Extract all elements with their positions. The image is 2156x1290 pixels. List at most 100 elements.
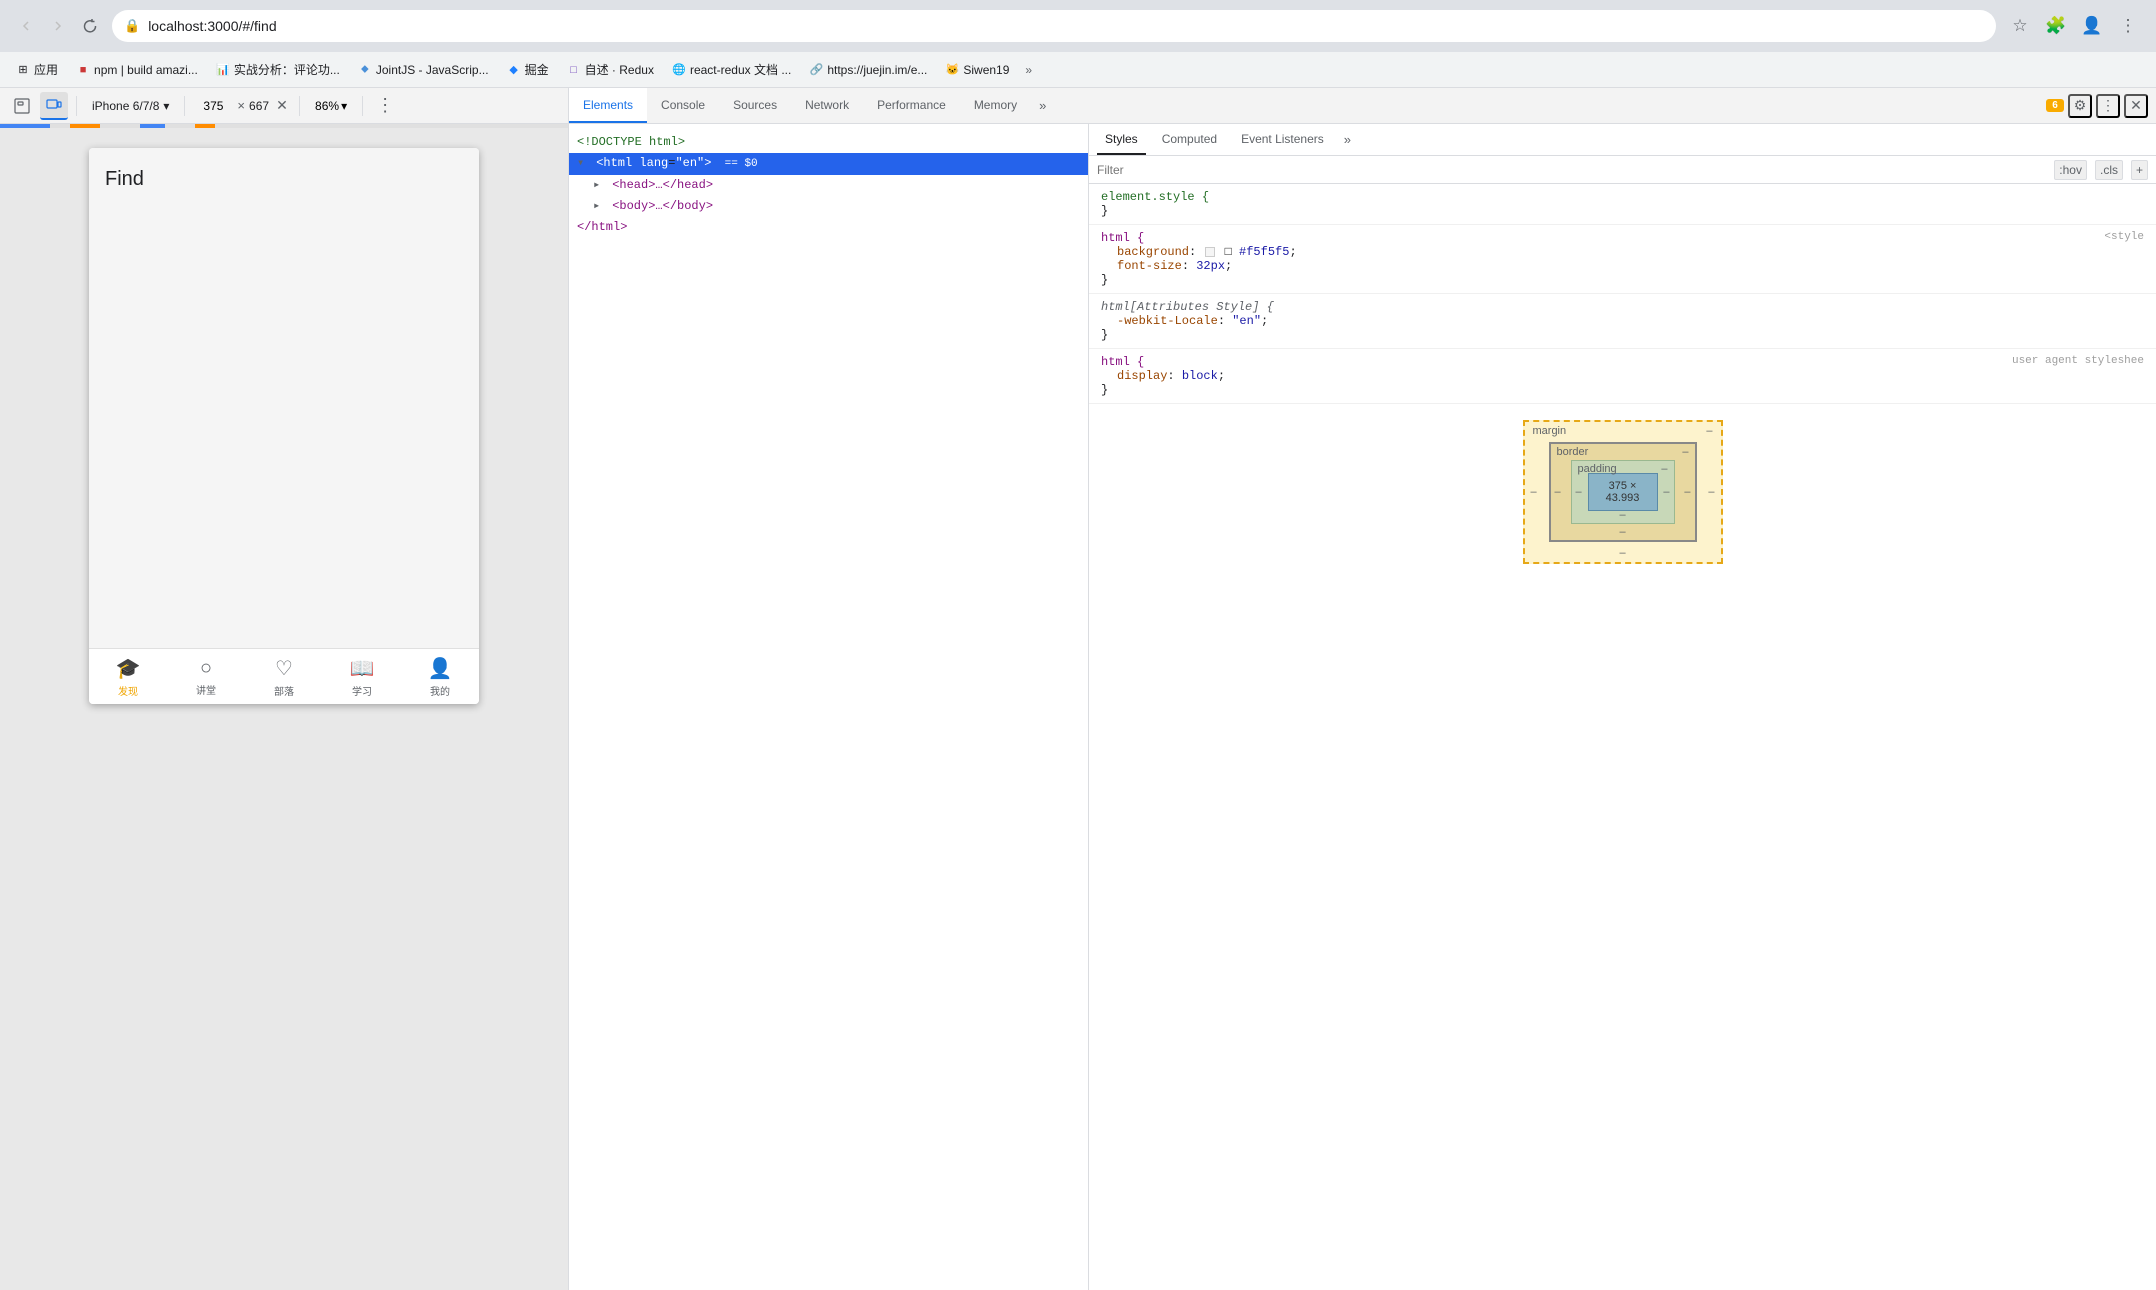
styles-tab-computed[interactable]: Computed <box>1154 124 1225 155</box>
head-expand-arrow[interactable] <box>593 176 605 195</box>
devtools-responsive-toolbar: iPhone 6/7/8 ▾ × 667 ✕ 86% ▾ ⋮ <box>0 88 568 124</box>
lecture-icon: ○ <box>200 657 212 680</box>
bookmark-analysis[interactable]: 📊 实战分析：评论功... <box>208 57 348 82</box>
elements-html-panel: <!DOCTYPE html> <html lang="en"> == $0 <… <box>569 124 1089 1290</box>
html-expand-arrow[interactable] <box>577 154 589 173</box>
inspect-element-button[interactable] <box>8 92 36 120</box>
bookmark-juejin[interactable]: ◆ 掘金 <box>499 57 557 82</box>
phone-bottom-nav: 🎓 发现 ○ 讲堂 ♡ 部落 📖 学习 <box>89 648 479 704</box>
doctype-text: <!DOCTYPE html> <box>577 135 685 149</box>
nav-tab-blog[interactable]: ♡ 部落 <box>245 650 323 704</box>
devtools-panel: Elements Console Sources Network Perform… <box>568 88 2156 1290</box>
body-expand-arrow[interactable] <box>593 197 605 216</box>
nav-tab-me[interactable]: 👤 我的 <box>401 650 479 704</box>
find-page: Find <box>89 148 479 211</box>
styles-tab-styles[interactable]: Styles <box>1097 124 1146 155</box>
phone-content: Find <box>89 148 479 648</box>
bookmark-button[interactable]: ☆ <box>2004 10 2036 42</box>
html-attr-close: } <box>1101 328 1108 342</box>
styles-more-tabs-button[interactable]: » <box>1340 132 1355 147</box>
forward-button[interactable] <box>44 12 72 40</box>
dom-badge-text: == $0 <box>725 158 758 170</box>
error-count-badge: 6 <box>2046 99 2064 112</box>
back-button[interactable] <box>12 12 40 40</box>
url-text: localhost:3000/#/find <box>148 18 276 34</box>
profile-button[interactable]: 👤 <box>2076 10 2108 42</box>
html-close-line[interactable]: </html> <box>569 217 1088 238</box>
bookmark-npm[interactable]: ■ npm | build amazi... <box>68 59 206 81</box>
tab-performance[interactable]: Performance <box>863 88 960 123</box>
devtools-settings-button[interactable]: ⚙ <box>2068 94 2092 118</box>
background-value: #f5f5f5 <box>1239 245 1289 259</box>
nav-tab-discover[interactable]: 🎓 发现 <box>89 650 167 704</box>
bookmark-jointjs[interactable]: ⬥ JointJS - JavaScrip... <box>350 59 497 81</box>
phone-frame: Find 🎓 发现 ○ 讲堂 ♡ <box>89 148 479 704</box>
tab-console[interactable]: Console <box>647 88 719 123</box>
phone-container: Find 🎓 发现 ○ 讲堂 ♡ <box>0 128 568 1290</box>
juejin-favicon: ◆ <box>507 63 521 77</box>
devtools-header: Elements Console Sources Network Perform… <box>569 88 2156 124</box>
menu-button[interactable]: ⋮ <box>2112 10 2144 42</box>
responsive-mode-button[interactable] <box>40 92 68 120</box>
width-input[interactable] <box>193 99 233 113</box>
toolbar-divider-3 <box>299 96 300 116</box>
devtools-close-button[interactable]: ✕ <box>2124 94 2148 118</box>
extensions-button[interactable]: 🧩 <box>2040 10 2072 42</box>
html-body-line[interactable]: <body>…</body> <box>569 196 1088 217</box>
styles-panel: Styles Computed Event Listeners » :h <box>1089 124 2156 1290</box>
style-rule-html: html { <style background: □ #f5f5f5; fon… <box>1089 225 2156 294</box>
bookmark-juejin2[interactable]: 🔗 https://juejin.im/e... <box>801 59 935 81</box>
background-prop-name: background <box>1101 245 1189 259</box>
learn-label: 学习 <box>352 683 372 698</box>
tab-memory[interactable]: Memory <box>960 88 1031 123</box>
border-left-val: – <box>1555 486 1561 498</box>
bookmark-redux[interactable]: □ 自述 · Redux <box>559 57 662 82</box>
cls-filter-button[interactable]: .cls <box>2095 160 2123 180</box>
hov-filter-button[interactable]: :hov <box>2054 160 2087 180</box>
html-rule-source[interactable]: <style <box>2104 231 2144 243</box>
padding-bottom-val: – <box>1619 509 1625 521</box>
siwen-favicon: 🐱 <box>945 63 959 77</box>
style-rule-html-attr: html[Attributes Style] { -webkit-Locale:… <box>1089 294 2156 349</box>
clear-dimensions-button[interactable]: ✕ <box>273 97 291 115</box>
nav-tab-lecture[interactable]: ○ 讲堂 <box>167 651 245 703</box>
devtools-more-tabs-button[interactable]: » <box>1031 88 1054 123</box>
html-ua-source[interactable]: user agent styleshee <box>2012 355 2144 367</box>
add-style-button[interactable]: + <box>2131 160 2148 180</box>
margin-dash-top: – <box>1706 425 1712 437</box>
margin-bottom-val: – <box>1619 547 1625 559</box>
html-tag-open: <html <box>596 156 632 170</box>
styles-header: Styles Computed Event Listeners » <box>1089 124 2156 156</box>
bookmark-react-redux[interactable]: 🌐 react-redux 文档 ... <box>664 57 799 82</box>
html-selector: html { <box>1101 231 1144 245</box>
nav-tab-learn[interactable]: 📖 学习 <box>323 650 401 704</box>
tab-elements[interactable]: Elements <box>569 88 647 123</box>
address-bar[interactable]: 🔒 localhost:3000/#/find <box>112 10 1996 42</box>
html-root-line[interactable]: <html lang="en"> == $0 <box>569 153 1088 175</box>
tab-sources[interactable]: Sources <box>719 88 791 123</box>
element-style-close: } <box>1101 204 1108 218</box>
background-swatch[interactable] <box>1205 247 1215 257</box>
margin-label: margin <box>1533 425 1567 437</box>
blog-icon: ♡ <box>275 656 293 681</box>
font-size-value: 32px <box>1196 259 1225 273</box>
react-redux-favicon: 🌐 <box>672 63 686 77</box>
tab-network[interactable]: Network <box>791 88 863 123</box>
more-bookmarks-button[interactable]: » <box>1019 59 1038 81</box>
device-selector[interactable]: iPhone 6/7/8 ▾ <box>85 95 176 117</box>
styles-tab-event-listeners[interactable]: Event Listeners <box>1233 124 1332 155</box>
styles-filter-input[interactable] <box>1097 163 2046 177</box>
html-head-line[interactable]: <head>…</head> <box>569 175 1088 196</box>
dimensions-display: × 667 ✕ <box>193 97 291 115</box>
html-lang-value: "en" <box>675 156 704 170</box>
content-dimensions: 375 × 43.993 <box>1606 480 1640 504</box>
reload-button[interactable] <box>76 12 104 40</box>
bookmarks-bar: ⊞ 应用 ■ npm | build amazi... 📊 实战分析：评论功..… <box>0 52 2156 88</box>
responsive-more-button[interactable]: ⋮ <box>371 92 399 120</box>
html-doctype-line[interactable]: <!DOCTYPE html> <box>569 132 1088 153</box>
zoom-selector[interactable]: 86% ▾ <box>308 95 354 117</box>
bookmark-siwen[interactable]: 🐱 Siwen19 <box>937 59 1017 81</box>
devtools-tabs: Elements Console Sources Network Perform… <box>569 88 1054 123</box>
devtools-more-button[interactable]: ⋮ <box>2096 94 2120 118</box>
bookmark-apps[interactable]: ⊞ 应用 <box>8 57 66 82</box>
